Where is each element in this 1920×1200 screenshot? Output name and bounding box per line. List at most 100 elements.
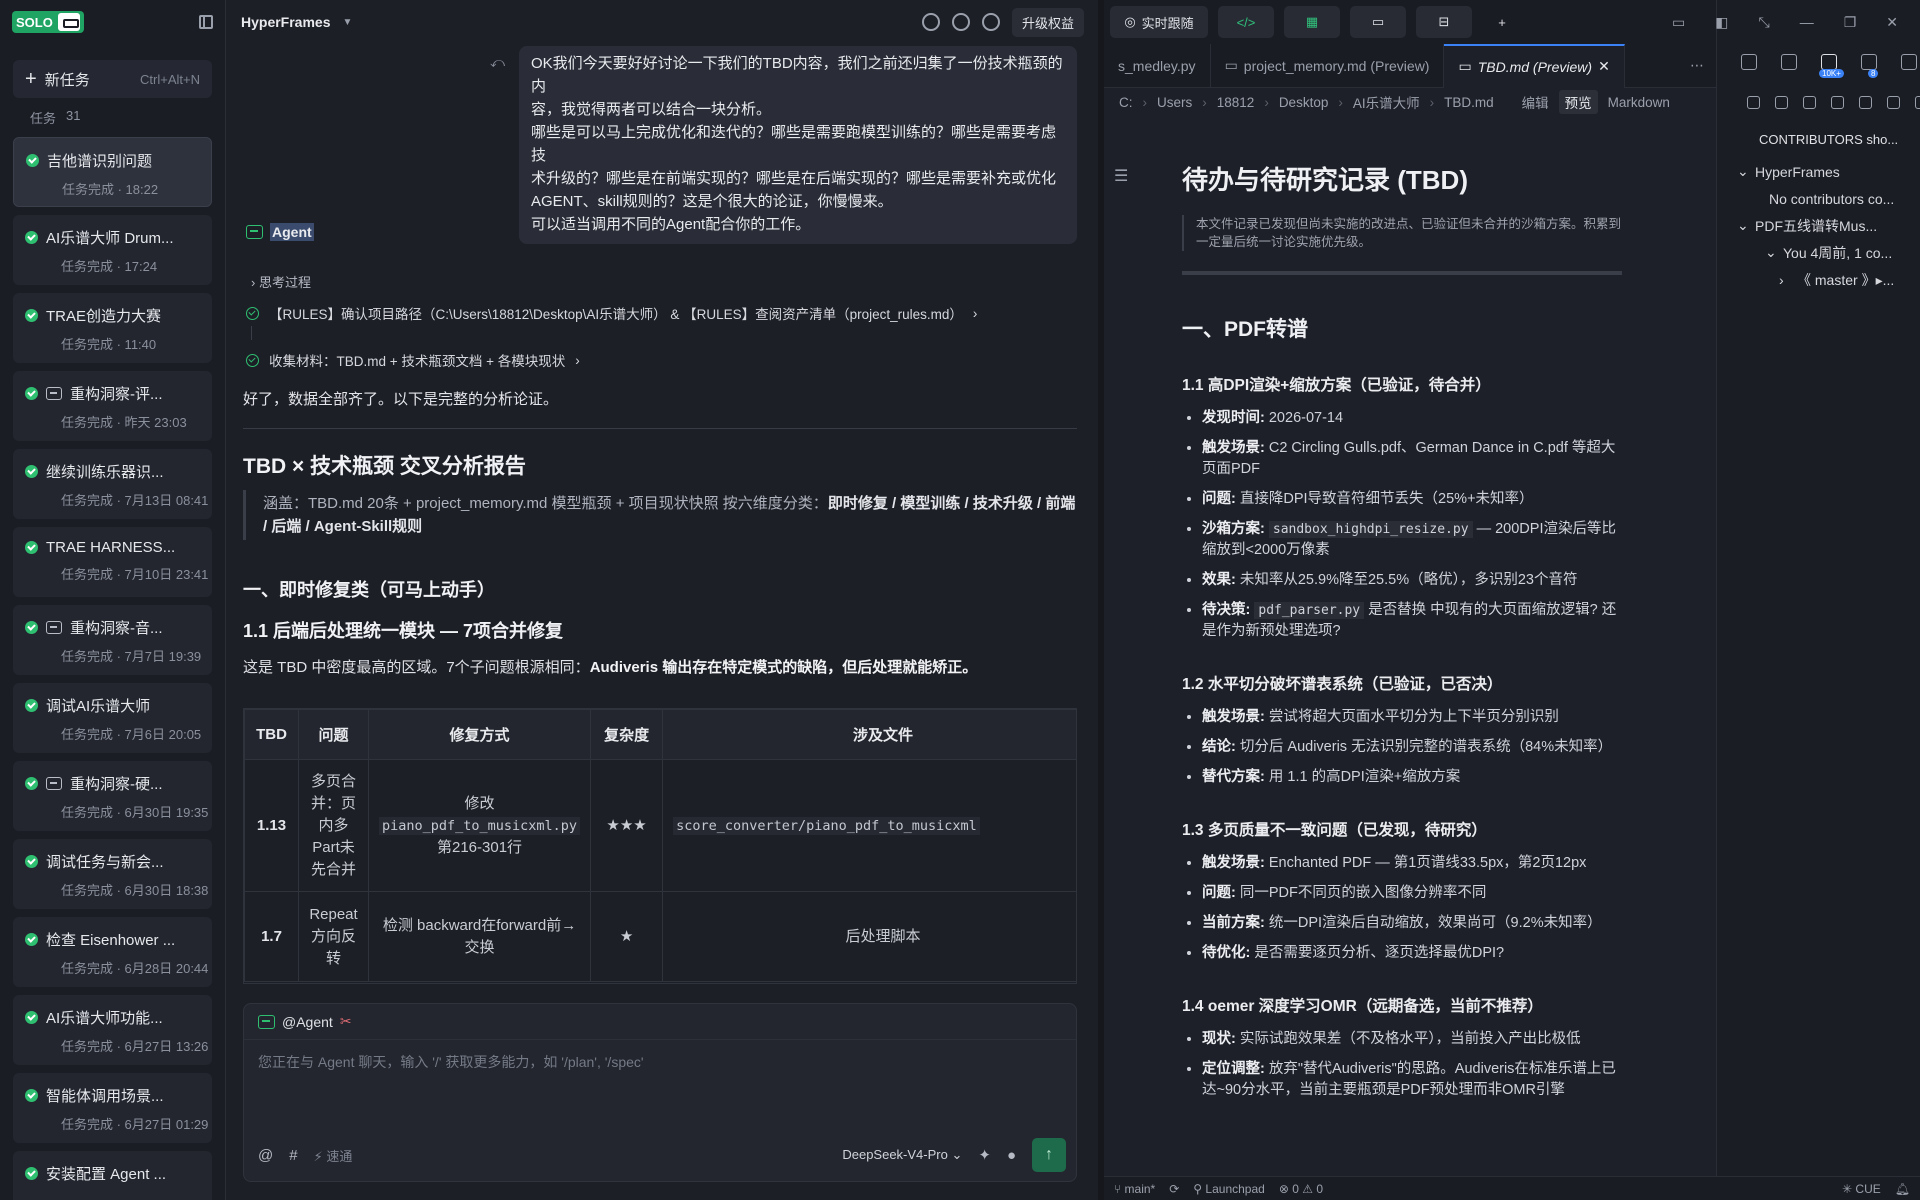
task-status: 任务完成 · 6月30日 18:38 xyxy=(61,883,209,898)
undo-icon[interactable]: ⤺ xyxy=(490,54,505,71)
minimize-icon[interactable]: — xyxy=(1800,14,1814,30)
hash-icon[interactable]: # xyxy=(289,1147,297,1164)
task-item[interactable]: 重构洞察-硬... 任务完成 · 6月30日 19:35 xyxy=(13,761,212,831)
files-icon[interactable] xyxy=(1741,54,1757,70)
tab-tbd[interactable]: ▭ TBD.md (Preview) ✕ xyxy=(1444,43,1625,88)
source-control-icon[interactable]: 10K+ xyxy=(1819,54,1844,78)
mode-edit[interactable]: 编辑 xyxy=(1522,92,1549,112)
mode-preview[interactable]: 预览 xyxy=(1558,90,1598,114)
at-icon[interactable]: @ xyxy=(258,1147,273,1164)
task-item[interactable]: 调试任务与新会... 任务完成 · 6月30日 18:38 xyxy=(13,839,212,909)
check-icon xyxy=(26,154,39,167)
task-item[interactable]: TRAE HARNESS... 任务完成 · 7月10日 23:41 xyxy=(13,527,212,597)
tree-row[interactable]: ⌄ HyperFrames xyxy=(1737,158,1917,185)
browser-view-button[interactable]: ⊟ xyxy=(1416,6,1472,38)
crumb[interactable]: 18812 xyxy=(1217,95,1255,110)
upgrade-button[interactable]: 升级权益 xyxy=(1011,7,1084,37)
rules-step[interactable]: 【RULES】确认项目路径（C:\Users\18812\Desktop\AI乐… xyxy=(246,303,977,323)
item-key: 触发场景: xyxy=(1202,440,1265,456)
project-title[interactable]: HyperFrames xyxy=(241,14,331,30)
item-key: 触发场景: xyxy=(1202,709,1265,725)
chat-input[interactable]: 您正在与 Agent 聊天，输入 '/' 获取更多能力，如 '/plan', '… xyxy=(244,1040,1076,1084)
extensions-icon[interactable]: 8 xyxy=(1861,54,1879,78)
sheet-view-button[interactable]: ▦ xyxy=(1284,6,1340,38)
doc-subheading: 1.4 oemer 深度学习OMR（远期备选，当前不推荐） xyxy=(1182,998,1543,1015)
branch-status[interactable]: ⑂ main* xyxy=(1114,1182,1155,1196)
crumb[interactable]: Desktop xyxy=(1279,95,1329,110)
merge-icon[interactable] xyxy=(1803,96,1816,109)
collect-step[interactable]: 收集材料：TBD.md + 技术瓶颈文档 + 各模块现状 › xyxy=(246,350,580,370)
tools-icon[interactable]: ✂ xyxy=(340,1013,352,1030)
crumb[interactable]: AI乐谱大师 xyxy=(1353,92,1420,112)
preview-view-button[interactable]: ▭ xyxy=(1350,6,1406,38)
split-icon[interactable]: ◧ xyxy=(1715,14,1728,31)
solo-logo[interactable]: SOLO xyxy=(12,11,84,33)
send-button[interactable]: ↑ xyxy=(1032,1138,1066,1172)
close-window-icon[interactable]: ✕ xyxy=(1886,14,1898,31)
maximize-icon[interactable]: ❐ xyxy=(1844,14,1857,31)
layout-icon[interactable]: ▭ xyxy=(1672,14,1685,31)
problem-cell: 多页合并：页内多Part未先合并 xyxy=(298,759,369,892)
inbox-icon[interactable] xyxy=(1859,96,1872,109)
outline-icon[interactable]: ☰ xyxy=(1114,166,1128,186)
tab-project-memory[interactable]: ▭ project_memory.md (Preview) xyxy=(1211,43,1445,88)
collapse-icon[interactable]: ⤡ xyxy=(1759,14,1770,31)
account-icon[interactable] xyxy=(981,13,1000,31)
task-sidebar: SOLO + 新任务 Ctrl+Alt+N 任务 31 吉他谱识别问题 任务完成 … xyxy=(0,0,226,1200)
add-view-icon[interactable]: + xyxy=(1482,6,1522,38)
task-title: 安装配置 Agent ... xyxy=(46,1166,167,1183)
task-item[interactable]: 吉他谱识别问题 任务完成 · 18:22 xyxy=(13,137,212,207)
tree-row[interactable]: No contributors co... xyxy=(1737,185,1917,212)
task-item[interactable]: AI乐谱大师功能... 任务完成 · 6月27日 13:26 xyxy=(13,995,212,1065)
chevron-down-icon[interactable]: ▼ xyxy=(343,17,353,28)
branch-icon[interactable] xyxy=(1747,96,1760,109)
launchpad-label: Launchpad xyxy=(1205,1181,1265,1196)
tree-arrow-icon: ⌄ xyxy=(1737,217,1749,233)
task-item[interactable]: 重构洞察-音... 任务完成 · 7月7日 19:39 xyxy=(13,605,212,675)
mic-icon[interactable]: ● xyxy=(1007,1147,1016,1164)
more-icon[interactable]: ⋯ xyxy=(1678,57,1716,74)
speed-toggle[interactable]: ⚡ 速通 xyxy=(314,1146,353,1165)
preview-icon: ▭ xyxy=(1458,58,1472,74)
mode-markdown[interactable]: Markdown xyxy=(1608,95,1670,110)
task-status: 任务完成 · 7月10日 23:41 xyxy=(61,567,209,582)
sparkle-icon[interactable]: ✦ xyxy=(978,1146,991,1164)
task-item[interactable]: 调试AI乐谱大师 任务完成 · 7月6日 20:05 xyxy=(13,683,212,753)
realtime-follow-button[interactable]: ◎ 实时跟随 xyxy=(1110,6,1208,38)
task-item[interactable]: AI乐谱大师 Drum... 任务完成 · 17:24 xyxy=(13,215,212,285)
model-select[interactable]: DeepSeek-V4-Pro ⌄ xyxy=(842,1147,962,1163)
tree-row[interactable]: › 《 master 》▸... xyxy=(1737,266,1917,293)
gear-icon[interactable] xyxy=(951,13,970,31)
problems-status[interactable]: ⊗ 0 ⚠ 0 xyxy=(1279,1182,1323,1196)
mention-agent[interactable]: @Agent xyxy=(282,1014,333,1030)
new-task-button[interactable]: + 新任务 Ctrl+Alt+N xyxy=(13,60,212,98)
crumb[interactable]: TBD.md xyxy=(1444,95,1494,110)
task-item[interactable]: 安装配置 Agent ... xyxy=(13,1151,212,1200)
sync-icon[interactable]: ⟳ xyxy=(1169,1182,1179,1196)
cloud-icon[interactable] xyxy=(1831,96,1844,109)
tree-row[interactable]: ⌄ You 4周前, 1 co... xyxy=(1737,239,1917,266)
search-icon[interactable] xyxy=(1781,54,1797,70)
bell-icon[interactable]: 🔔︎ xyxy=(1895,1182,1910,1196)
chevron-right-icon: › xyxy=(575,352,580,368)
task-item[interactable]: TRAE创造力大赛 任务完成 · 11:40 xyxy=(13,293,212,363)
thinking-toggle[interactable]: › 思考过程 xyxy=(251,272,311,291)
sidebar-toggle-icon[interactable] xyxy=(199,15,213,29)
crumb[interactable]: Users xyxy=(1157,95,1192,110)
tab-medley[interactable]: s_medley.py xyxy=(1104,43,1211,88)
cue-status[interactable]: ✳ CUE xyxy=(1842,1182,1881,1196)
close-icon[interactable]: ✕ xyxy=(1598,58,1610,75)
task-item[interactable]: 继续训练乐器识... 任务完成 · 7月13日 08:41 xyxy=(13,449,212,519)
task-item[interactable]: 重构洞察-评... 任务完成 · 昨天 23:03 xyxy=(13,371,212,441)
tag-icon[interactable] xyxy=(1887,96,1900,109)
new-chat-icon[interactable] xyxy=(921,13,940,31)
task-item[interactable]: 智能体调用场景... 任务完成 · 6月27日 01:29 xyxy=(13,1073,212,1143)
task-item[interactable]: 检查 Eisenhower ... 任务完成 · 6月28日 20:44 xyxy=(13,917,212,987)
crumb[interactable]: C: xyxy=(1119,95,1133,110)
code-view-button[interactable]: </> xyxy=(1218,6,1274,38)
graph-icon[interactable] xyxy=(1775,96,1788,109)
tree-row[interactable]: ⌄ PDF五线谱转Mus... xyxy=(1737,212,1917,239)
flask-icon[interactable] xyxy=(1901,54,1917,70)
person-icon[interactable] xyxy=(1915,96,1920,109)
launchpad-status[interactable]: ⚲ Launchpad xyxy=(1193,1182,1265,1196)
